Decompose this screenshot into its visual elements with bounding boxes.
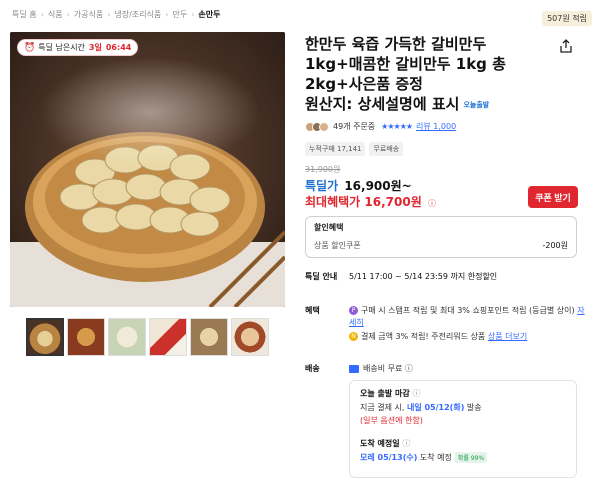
thumbnail[interactable] (108, 318, 146, 356)
title-line: 한만두 육즙 가득한 갈비만두 (305, 35, 487, 53)
arrival-line: 모레 05/13(수) 도착 예정 확률 99% (360, 452, 566, 463)
dumpling-steamer-illustration (10, 32, 285, 307)
clock-icon: ⏰ (24, 42, 36, 53)
departure-date: 내일 05/12(화) (406, 403, 465, 412)
star-rating: ★★★★★ (381, 122, 413, 131)
rating-row: 49개 주문중 ★★★★★ 리뷰 1,000 (305, 121, 456, 132)
breadcrumb-current[interactable]: 손만두 (198, 9, 220, 20)
breadcrumb-item[interactable]: 냉장/조리식품 (114, 9, 161, 20)
order-count: 49개 주문중 (333, 122, 376, 131)
review-link[interactable]: 리뷰 1,000 (416, 121, 456, 132)
stamp-icon: P (349, 306, 358, 315)
deal-info-period: 5/11 17:00 ~ 5/14 23:59 까지 한정할인 (349, 272, 498, 281)
shipping-free: 배송비 무료 ⓘ (349, 363, 413, 374)
discount-box: 할인혜택 상품 할인쿠폰 -200원 (305, 216, 577, 258)
benefit-reward-text: 결제 금액 3% 적립! 주전리워드 상품 (361, 332, 486, 341)
shipping-free-text: 배송비 무료 ⓘ (363, 364, 413, 373)
today-departure-badge: 오늘출발 (463, 100, 490, 109)
info-icon[interactable]: ⓘ (413, 389, 421, 398)
timer-days: 3일 (88, 43, 102, 52)
arrival-date: 모레 05/13(수) (360, 453, 418, 462)
discount-name: 상품 할인쿠폰 (314, 241, 361, 250)
shipping-label: 배송 (305, 364, 320, 373)
benefit-stamp: P 구매 시 스탬프 적립 및 최대 3% 쇼핑포인트 적립 (등급별 상이) 자… (349, 305, 589, 329)
benefit-stamp-text: 구매 시 스탬프 적립 및 최대 3% 쇼핑포인트 적립 (등급별 상이) (361, 306, 575, 315)
product-main-image[interactable]: ⏰ 특딜 남은시간 3일 06:44 (10, 32, 285, 307)
tag-cumulative-purchase: 누적구매 17,141 (305, 142, 366, 156)
max-benefit-label: 최대혜택가 (305, 195, 361, 209)
deal-info-row: 특딜 안내 5/11 17:00 ~ 5/14 23:59 까지 한정할인 (305, 271, 497, 282)
max-benefit-row: 최대혜택가 16,700원 ⓘ (305, 193, 436, 210)
today-departure-header: 오늘 출발 마감 ⓘ (360, 389, 421, 398)
thumbnail[interactable] (67, 318, 105, 356)
benefit-reward: N 결제 금액 3% 적립! 주전리워드 상품 상품 더보기 (349, 331, 589, 342)
product-tags: 누적구매 17,141 무료배송 (305, 142, 407, 156)
reward-icon: N (349, 332, 358, 341)
breadcrumb-item[interactable]: 특딜 홈 (12, 9, 37, 20)
departure-line: 지금 결제 시, 내일 05/12(화) 발송 (360, 403, 482, 412)
breadcrumb-item[interactable]: 가공식품 (74, 9, 103, 20)
thumbnail[interactable] (190, 318, 228, 356)
discount-header: 할인혜택 (314, 223, 344, 232)
more-products-link[interactable]: 상품 더보기 (488, 332, 527, 341)
title-line: 원산지: 상세설명에 표시 (305, 95, 460, 113)
deal-timer-badge: ⏰ 특딜 남은시간 3일 06:44 (17, 39, 139, 56)
product-title: 한만두 육즙 가득한 갈비만두 1kg+매콤한 갈비만두 1kg 총 2kg+사… (305, 34, 535, 115)
thumbnail[interactable] (26, 318, 64, 356)
points-badge: 507원 적립 (542, 11, 592, 26)
truck-icon (349, 364, 359, 373)
max-benefit-price: 16,700원 (364, 195, 422, 209)
thumbnail-strip (26, 318, 272, 356)
avatar (319, 121, 329, 132)
share-icon (560, 39, 572, 53)
coupon-button[interactable]: 쿠폰 받기 (528, 186, 578, 208)
breadcrumb: 특딜 홈 › 식품 › 가공식품 › 냉장/조리식품 › 만두 › 손만두 (12, 9, 221, 20)
deal-info-header: 특딜 안내 (305, 272, 338, 281)
thumbnail[interactable] (149, 318, 187, 356)
info-icon[interactable]: ⓘ (402, 439, 410, 448)
discount-amount: -200원 (542, 241, 568, 250)
timer-time: 06:44 (105, 43, 132, 52)
sale-price-row: 특딜가 16,900원~ (305, 177, 412, 194)
buyer-avatars (305, 121, 329, 132)
sale-price: 16,900원~ (344, 179, 412, 193)
departure-note: (일부 옵션에 한함) (360, 416, 423, 425)
sale-price-label: 특딜가 (305, 179, 339, 193)
arrival-probability-badge: 확률 99% (454, 452, 488, 463)
title-line: 2kg+사은품 증정 (305, 75, 423, 93)
arrival-header: 도착 예정일 ⓘ (360, 439, 411, 448)
tag-free-shipping: 무료배송 (369, 142, 404, 156)
shipping-box: 오늘 출발 마감 ⓘ 지금 결제 시, 내일 05/12(화) 발송 (일부 옵… (349, 380, 577, 478)
original-price: 31,900원 (305, 165, 341, 174)
title-line: 1kg+매콤한 갈비만두 1kg 총 (305, 55, 506, 73)
thumbnail[interactable] (231, 318, 269, 356)
share-button[interactable] (554, 34, 578, 58)
breadcrumb-item[interactable]: 만두 (172, 9, 187, 20)
info-icon[interactable]: ⓘ (428, 199, 436, 208)
benefits-label: 혜택 (305, 306, 320, 315)
timer-label: 특딜 남은시간 (38, 43, 85, 52)
breadcrumb-item[interactable]: 식품 (48, 9, 63, 20)
